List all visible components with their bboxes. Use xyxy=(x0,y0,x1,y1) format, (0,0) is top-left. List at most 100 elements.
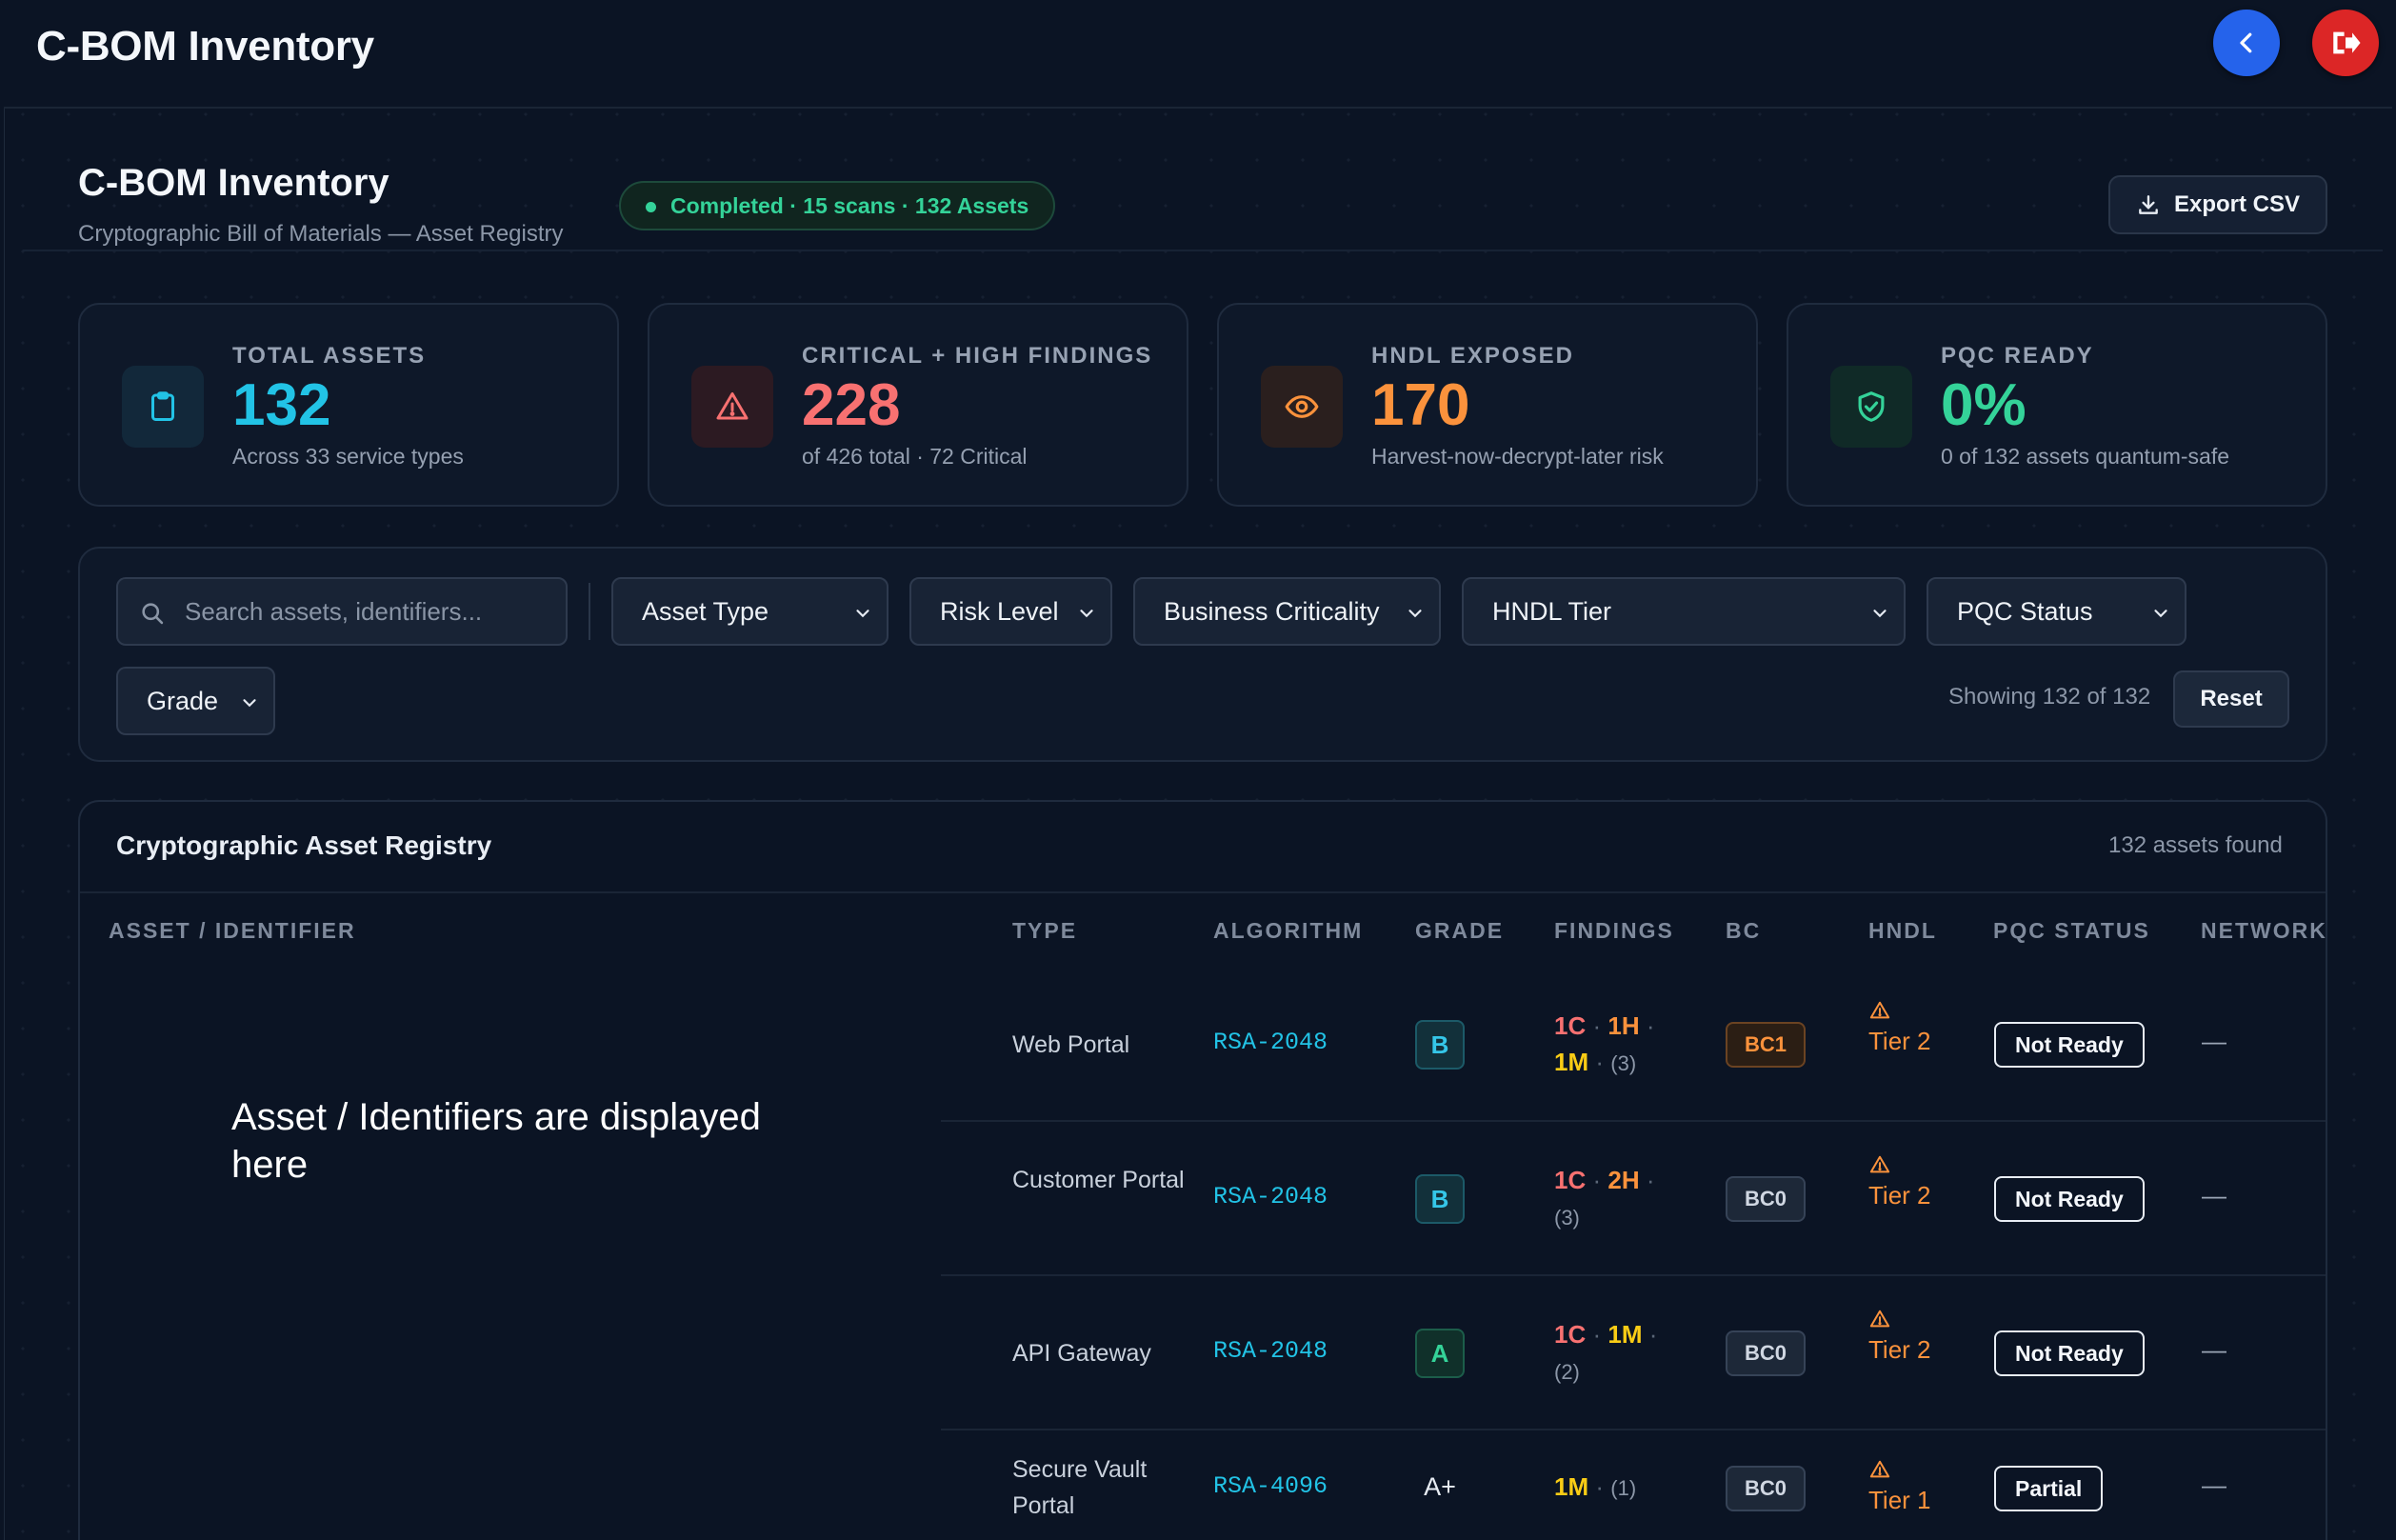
hndl-tier: Tier 2 xyxy=(1868,1149,1945,1213)
eye-icon xyxy=(1261,366,1343,448)
findings-summary: 1M · (1) xyxy=(1554,1472,1637,1501)
stat-label: HNDL EXPOSED xyxy=(1371,343,1574,369)
asset-identifier-placeholder-note: Asset / Identifiers are displayed here xyxy=(231,1096,761,1186)
risk-level-select[interactable]: Risk Level xyxy=(909,577,1112,646)
findings-total: (1) xyxy=(1610,1476,1637,1500)
pqc-status-badge: Not Ready xyxy=(1994,1330,2145,1376)
table-row[interactable]: Web Portal RSA-2048 B 1C · 1H · 1M · (3)… xyxy=(941,968,2326,1122)
page-title: C-BOM Inventory xyxy=(78,162,389,204)
column-header-asset[interactable]: ASSET / IDENTIFIER xyxy=(109,918,356,944)
asset-type: Customer Portal xyxy=(1012,1167,1185,1193)
hndl-tier-label: Tier 2 xyxy=(1868,1335,1931,1364)
stat-subtext: Harvest-now-decrypt-later risk xyxy=(1371,444,1664,469)
findings-summary: 1C · 2H · (3) xyxy=(1554,1166,1655,1230)
pqc-status-badge: Partial xyxy=(1994,1466,2104,1511)
critical-count: 1C xyxy=(1554,1011,1587,1040)
warning-icon xyxy=(691,366,773,448)
shield-check-icon xyxy=(1830,366,1912,448)
column-header-pqc-status[interactable]: PQC STATUS xyxy=(1993,918,2150,944)
network-value: — xyxy=(2202,1181,2226,1210)
back-button[interactable] xyxy=(2213,10,2280,76)
column-header-type[interactable]: TYPE xyxy=(1012,918,1077,944)
stat-value: 228 xyxy=(802,372,901,438)
hndl-tier: Tier 1 xyxy=(1868,1453,1973,1518)
stat-label: PQC READY xyxy=(1941,343,2094,369)
critical-count: 1C xyxy=(1554,1320,1587,1349)
algorithm-link[interactable]: RSA-4096 xyxy=(1213,1472,1328,1500)
high-count: 2H xyxy=(1607,1166,1640,1194)
column-header-hndl[interactable]: HNDL xyxy=(1868,918,1937,944)
pqc-status-badge: Not Ready xyxy=(1994,1176,2145,1222)
table-header-divider xyxy=(80,891,2326,893)
export-csv-button[interactable]: Export CSV xyxy=(2108,175,2327,234)
stat-card-total-assets: TOTAL ASSETS 132 Across 33 service types xyxy=(78,303,619,507)
medium-count: 1M xyxy=(1554,1472,1589,1501)
search-box[interactable] xyxy=(116,577,568,646)
table-row[interactable]: Customer Portal RSA-2048 B 1C · 2H · (3)… xyxy=(941,1122,2326,1276)
stat-label: TOTAL ASSETS xyxy=(232,343,427,369)
status-dot-icon xyxy=(646,202,656,212)
page-subtitle: Cryptographic Bill of Materials — Asset … xyxy=(78,221,564,247)
bc-badge: BC0 xyxy=(1726,1330,1807,1376)
column-header-grade[interactable]: GRADE xyxy=(1415,918,1504,944)
high-count: 1H xyxy=(1607,1011,1640,1040)
business-criticality-select[interactable]: Business Criticality xyxy=(1133,577,1441,646)
stat-value: 132 xyxy=(232,372,331,438)
hndl-tier: Tier 2 xyxy=(1868,1303,1945,1368)
algorithm-link[interactable]: RSA-2048 xyxy=(1213,1183,1328,1210)
chevron-down-icon xyxy=(1408,610,1422,618)
table-count: 132 assets found xyxy=(2108,832,2283,858)
bc-badge: BC1 xyxy=(1726,1022,1807,1068)
asset-type: Secure Vault Portal xyxy=(1012,1456,1148,1519)
scan-status-text: Completed · 15 scans · 132 Assets xyxy=(670,192,1029,218)
download-icon xyxy=(2139,195,2158,214)
algorithm-link[interactable]: RSA-2048 xyxy=(1213,1337,1328,1365)
hndl-tier-label: Tier 1 xyxy=(1868,1486,1931,1514)
bc-badge: BC0 xyxy=(1726,1466,1807,1511)
asset-type: Web Portal xyxy=(1012,1031,1130,1058)
export-csv-label: Export CSV xyxy=(2173,191,2301,217)
findings-summary: 1C · 1M · (2) xyxy=(1554,1320,1658,1384)
scan-status-badge: Completed · 15 scans · 132 Assets xyxy=(619,181,1056,230)
table-title: Cryptographic Asset Registry xyxy=(116,830,492,860)
column-header-bc[interactable]: BC xyxy=(1726,918,1761,944)
stat-card-pqc-ready: PQC READY 0% 0 of 132 assets quantum-saf… xyxy=(1787,303,2327,507)
grade-badge: A+ xyxy=(1424,1471,1456,1501)
search-input[interactable] xyxy=(185,579,556,644)
chevron-down-icon xyxy=(1080,610,1093,618)
grade-value: Grade xyxy=(147,686,219,715)
reset-button[interactable]: Reset xyxy=(2173,670,2289,728)
stat-card-critical-high-findings: CRITICAL + HIGH FINDINGS 228 of 426 tota… xyxy=(648,303,1188,507)
search-icon xyxy=(142,603,164,625)
top-bar: C-BOM Inventory xyxy=(4,4,2392,109)
risk-level-value: Risk Level xyxy=(940,596,1059,626)
network-value: — xyxy=(2202,1470,2226,1499)
algorithm-link[interactable]: RSA-2048 xyxy=(1213,1029,1328,1056)
table-row[interactable]: Secure Vault Portal RSA-4096 A+ 1M · (1)… xyxy=(941,1430,2326,1540)
grade-select[interactable]: Grade xyxy=(116,667,275,735)
stat-label: CRITICAL + HIGH FINDINGS xyxy=(802,343,1153,369)
stat-value: 0% xyxy=(1941,372,2027,438)
logout-button[interactable] xyxy=(2312,10,2379,76)
column-header-findings[interactable]: FINDINGS xyxy=(1554,918,1674,944)
findings-total: (2) xyxy=(1554,1360,1580,1384)
stat-subtext: of 426 total · 72 Critical xyxy=(802,444,1028,469)
table-row[interactable]: API Gateway RSA-2048 A 1C · 1M · (2) BC0… xyxy=(941,1276,2326,1430)
network-value: — xyxy=(2202,1027,2226,1055)
hndl-tier-select[interactable]: HNDL Tier xyxy=(1462,577,1906,646)
network-value: — xyxy=(2202,1335,2226,1364)
grade-badge: A xyxy=(1415,1329,1465,1378)
pqc-status-select[interactable]: PQC Status xyxy=(1927,577,2186,646)
column-header-algorithm[interactable]: ALGORITHM xyxy=(1213,918,1363,944)
asset-type: API Gateway xyxy=(1012,1340,1151,1367)
stat-value: 170 xyxy=(1371,372,1470,438)
chevron-left-icon xyxy=(2240,32,2252,53)
findings-total: (3) xyxy=(1554,1206,1580,1230)
column-header-network[interactable]: NETWORK xyxy=(2201,918,2327,944)
stat-card-hndl-exposed: HNDL EXPOSED 170 Harvest-now-decrypt-lat… xyxy=(1217,303,1758,507)
filter-divider xyxy=(589,583,590,640)
medium-count: 1M xyxy=(1554,1048,1589,1076)
asset-type-select[interactable]: Asset Type xyxy=(611,577,889,646)
grade-badge: B xyxy=(1415,1020,1465,1070)
pqc-status-badge: Not Ready xyxy=(1994,1022,2145,1068)
